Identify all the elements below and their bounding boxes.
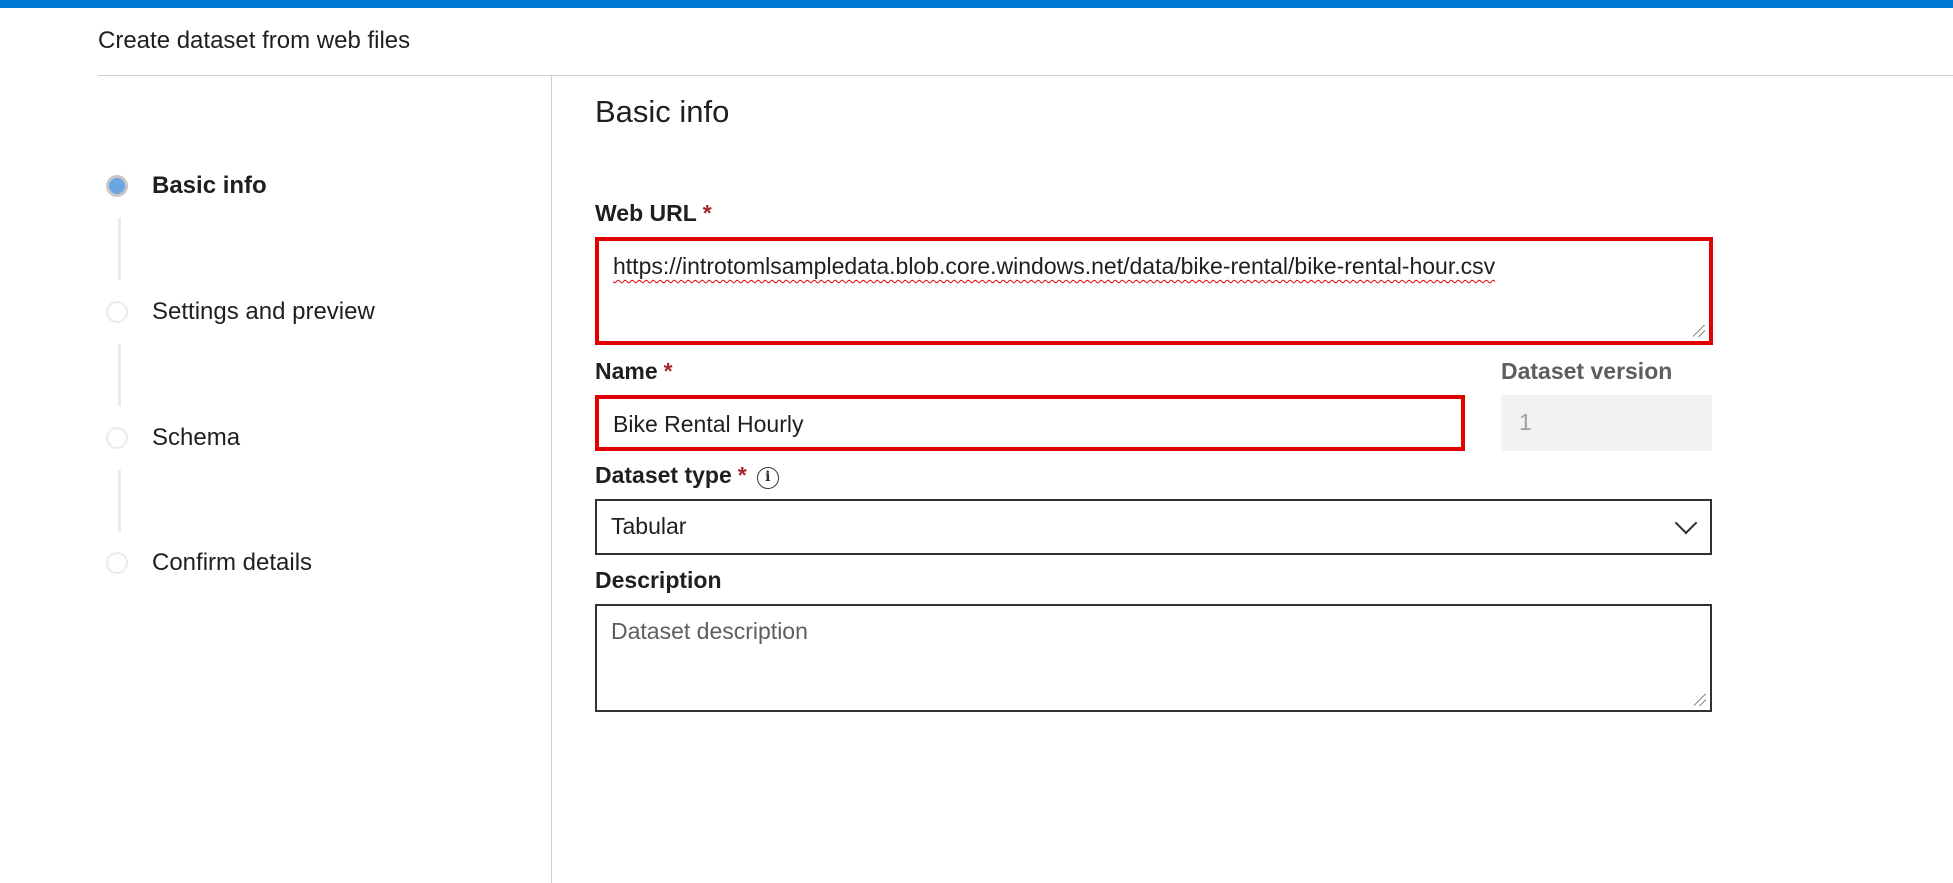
name-value: Bike Rental Hourly (613, 411, 804, 437)
step-label: Confirm details (152, 549, 313, 576)
dataset-version-value: 1 (1519, 409, 1532, 435)
top-accent-bar (0, 0, 1953, 8)
resize-handle-icon[interactable] (1694, 694, 1706, 706)
title-divider (98, 75, 1953, 76)
web-url-label-text: Web URL (595, 200, 697, 226)
dataset-type-label-text: Dataset type (595, 462, 732, 488)
step-schema[interactable]: Schema (106, 424, 240, 452)
required-asterisk: * (737, 462, 747, 488)
step-pending-indicator-icon (106, 301, 128, 323)
name-label: Name * (595, 358, 673, 385)
name-input[interactable]: Bike Rental Hourly (595, 395, 1465, 451)
dataset-type-dropdown[interactable]: Tabular (595, 499, 1712, 555)
step-confirm-details[interactable]: Confirm details (106, 549, 312, 577)
panel-title: Create dataset from web files (98, 27, 411, 54)
required-asterisk: * (702, 200, 712, 226)
section-title: Basic info (595, 94, 730, 129)
step-active-indicator-icon (106, 175, 128, 197)
step-settings-and-preview[interactable]: Settings and preview (106, 298, 375, 326)
dataset-type-label: Dataset type * i (595, 462, 779, 489)
step-label: Settings and preview (152, 298, 375, 325)
web-url-label: Web URL * (595, 200, 712, 227)
name-label-text: Name (595, 358, 658, 384)
step-connector (118, 218, 121, 280)
step-basic-info[interactable]: Basic info (106, 172, 267, 200)
info-icon[interactable]: i (756, 467, 779, 489)
resize-handle-icon[interactable] (1693, 325, 1705, 337)
step-pending-indicator-icon (106, 552, 128, 574)
description-label: Description (595, 567, 722, 593)
step-connector (118, 470, 121, 532)
step-connector (118, 344, 121, 406)
stepper-divider (551, 76, 552, 883)
chevron-down-icon (1674, 511, 1698, 535)
dataset-version-label: Dataset version (1501, 358, 1673, 384)
web-url-value: https://introtomlsampledata.blob.core.wi… (613, 253, 1496, 279)
description-placeholder: Dataset description (611, 618, 808, 644)
step-pending-indicator-icon (106, 427, 128, 449)
required-asterisk: * (663, 358, 673, 384)
web-url-textarea[interactable]: https://introtomlsampledata.blob.core.wi… (595, 237, 1713, 345)
description-textarea[interactable]: Dataset description (595, 604, 1712, 712)
dataset-version-input: 1 (1501, 395, 1712, 451)
step-label: Basic info (152, 172, 267, 199)
dataset-type-selected: Tabular (611, 513, 687, 539)
step-label: Schema (152, 424, 241, 451)
